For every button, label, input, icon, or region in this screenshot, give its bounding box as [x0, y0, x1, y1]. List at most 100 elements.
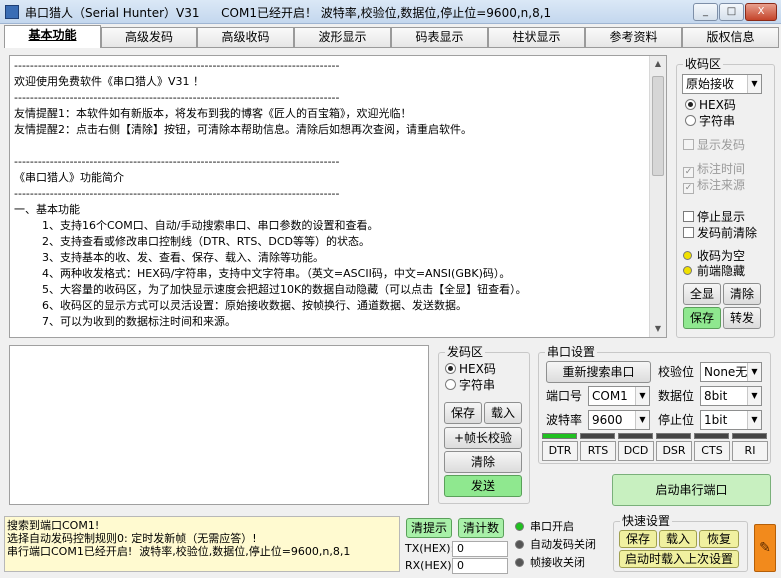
clear-before-send-checkbox[interactable]: 发码前清除	[683, 226, 757, 240]
show-all-button[interactable]: 全显	[683, 283, 721, 305]
show-send-checkbox[interactable]: 显示发码	[683, 138, 745, 152]
mark-time-label: 标注时间	[697, 162, 746, 176]
tab-advanced-recv[interactable]: 高级收码	[197, 27, 294, 47]
receive-mode-value: 原始接收	[686, 77, 735, 91]
recv-radio-string[interactable]: 字符串	[685, 114, 735, 128]
baud-value: 9600	[592, 413, 623, 427]
recv-radio-string-label: 字符串	[699, 114, 736, 128]
mark-source-label: 标注来源	[697, 178, 746, 192]
radio-off-icon	[445, 379, 456, 390]
send-radio-hex[interactable]: HEX码	[445, 362, 496, 376]
ri-button[interactable]: RI	[732, 441, 768, 461]
tx-count: 0	[452, 541, 508, 557]
send-load-button[interactable]: 载入	[484, 402, 522, 424]
stop-display-checkbox[interactable]: 停止显示	[683, 210, 745, 224]
dcd-button[interactable]: DCD	[618, 441, 654, 461]
rx-label: RX(HEX):	[405, 559, 456, 572]
send-textarea[interactable]	[9, 345, 429, 505]
load-last-settings-button[interactable]: 启动时载入上次设置	[619, 550, 739, 568]
dtr-indicator	[542, 433, 577, 439]
close-button[interactable]: X	[745, 3, 777, 21]
recv-radio-hex[interactable]: HEX码	[685, 98, 736, 112]
dtr-button[interactable]: DTR	[542, 441, 578, 461]
chevron-down-icon: ▼	[747, 387, 761, 405]
tool-icon[interactable]: ✎	[754, 524, 776, 572]
ri-indicator	[732, 433, 767, 439]
dcd-indicator	[618, 433, 653, 439]
mark-time-checkbox[interactable]: ✓ 标注时间	[683, 162, 745, 178]
tab-bar-display[interactable]: 柱状显示	[488, 27, 585, 47]
scroll-thumb[interactable]	[652, 76, 664, 176]
frame-check-button[interactable]: +帧长校验	[444, 427, 522, 449]
recv-empty-led-icon	[683, 251, 692, 260]
stopbits-select[interactable]: 1bit ▼	[700, 410, 762, 430]
cts-indicator	[694, 433, 729, 439]
chevron-down-icon: ▼	[747, 75, 761, 93]
receive-mode-select[interactable]: 原始接收 ▼	[682, 74, 762, 94]
front-hidden-led-icon	[683, 266, 692, 275]
receive-panel-title: 收码区	[683, 57, 724, 71]
databits-select[interactable]: 8bit ▼	[700, 386, 762, 406]
send-button[interactable]: 发送	[444, 475, 522, 497]
scroll-down-icon[interactable]: ▼	[650, 321, 666, 337]
rts-button[interactable]: RTS	[580, 441, 616, 461]
port-open-label: 串口开启	[530, 520, 574, 533]
baud-select[interactable]: 9600 ▼	[588, 410, 650, 430]
port-open-led-icon	[515, 522, 524, 531]
recv-radio-hex-label: HEX码	[699, 98, 736, 112]
clear-count-button[interactable]: 清计数	[458, 518, 504, 538]
clear-hint-button[interactable]: 清提示	[406, 518, 452, 538]
minimize-button[interactable]: _	[693, 3, 718, 21]
auto-send-led-icon	[515, 540, 524, 549]
quick-save-button[interactable]: 保存	[619, 530, 657, 548]
tab-waveform[interactable]: 波形显示	[294, 27, 391, 47]
send-radio-string-label: 字符串	[459, 378, 496, 392]
serial-settings-title: 串口设置	[545, 345, 598, 359]
frame-recv-led-icon	[515, 558, 524, 567]
send-clear-button[interactable]: 清除	[444, 451, 522, 473]
show-send-label: 显示发码	[697, 138, 746, 152]
chevron-down-icon: ▼	[747, 363, 761, 381]
cts-button[interactable]: CTS	[694, 441, 730, 461]
window-title: 串口猎人（Serial Hunter）V31 COM1已经开启！ 波特率,校验位…	[25, 4, 551, 21]
tab-code-table[interactable]: 码表显示	[391, 27, 488, 47]
research-port-button[interactable]: 重新搜索串口	[546, 361, 651, 383]
transfer-button[interactable]: 转发	[723, 307, 761, 329]
databits-value: 8bit	[704, 389, 728, 403]
auto-send-label: 自动发码关闭	[530, 538, 596, 551]
databits-label: 数据位	[658, 389, 695, 403]
parity-select[interactable]: None无 ▼	[700, 362, 762, 382]
receive-textarea[interactable]: ----------------------------------------…	[9, 55, 667, 338]
tab-divider	[4, 47, 779, 48]
port-select[interactable]: COM1 ▼	[588, 386, 650, 406]
mark-source-checkbox[interactable]: ✓ 标注来源	[683, 178, 745, 194]
parity-label: 校验位	[658, 365, 695, 379]
quick-load-button[interactable]: 载入	[659, 530, 697, 548]
title-status: COM1已经开启！ 波特率,校验位,数据位,停止位=9600,n,8,1	[221, 6, 552, 20]
recv-save-button[interactable]: 保存	[683, 307, 721, 329]
stopbits-value: 1bit	[704, 413, 728, 427]
dsr-indicator	[656, 433, 691, 439]
rx-count: 0	[452, 558, 508, 574]
baud-label: 波特率	[546, 413, 583, 427]
tx-label: TX(HEX):	[405, 542, 455, 555]
status-messages: 搜索到端口COM1! 选择自动发码控制规则0: 定时发新帧（无需应答）! 串行端…	[4, 516, 400, 572]
start-port-button[interactable]: 启动串行端口	[612, 474, 771, 506]
app-icon	[5, 5, 19, 19]
radio-on-icon	[445, 363, 456, 374]
tab-copyright[interactable]: 版权信息	[682, 27, 779, 47]
tab-basic[interactable]: 基本功能	[4, 25, 101, 48]
send-radio-string[interactable]: 字符串	[445, 378, 495, 392]
tab-advanced-send[interactable]: 高级发码	[101, 27, 197, 47]
scroll-up-icon[interactable]: ▲	[650, 56, 666, 72]
recv-clear-button[interactable]: 清除	[723, 283, 761, 305]
maximize-button[interactable]: □	[719, 3, 744, 21]
chevron-down-icon: ▼	[635, 387, 649, 405]
dsr-button[interactable]: DSR	[656, 441, 692, 461]
radio-on-icon	[685, 99, 696, 110]
send-save-button[interactable]: 保存	[444, 402, 482, 424]
receive-scrollbar[interactable]: ▲ ▼	[649, 56, 666, 337]
quick-restore-button[interactable]: 恢复	[699, 530, 739, 548]
stopbits-label: 停止位	[658, 413, 695, 427]
tab-reference[interactable]: 参考资料	[585, 27, 682, 47]
